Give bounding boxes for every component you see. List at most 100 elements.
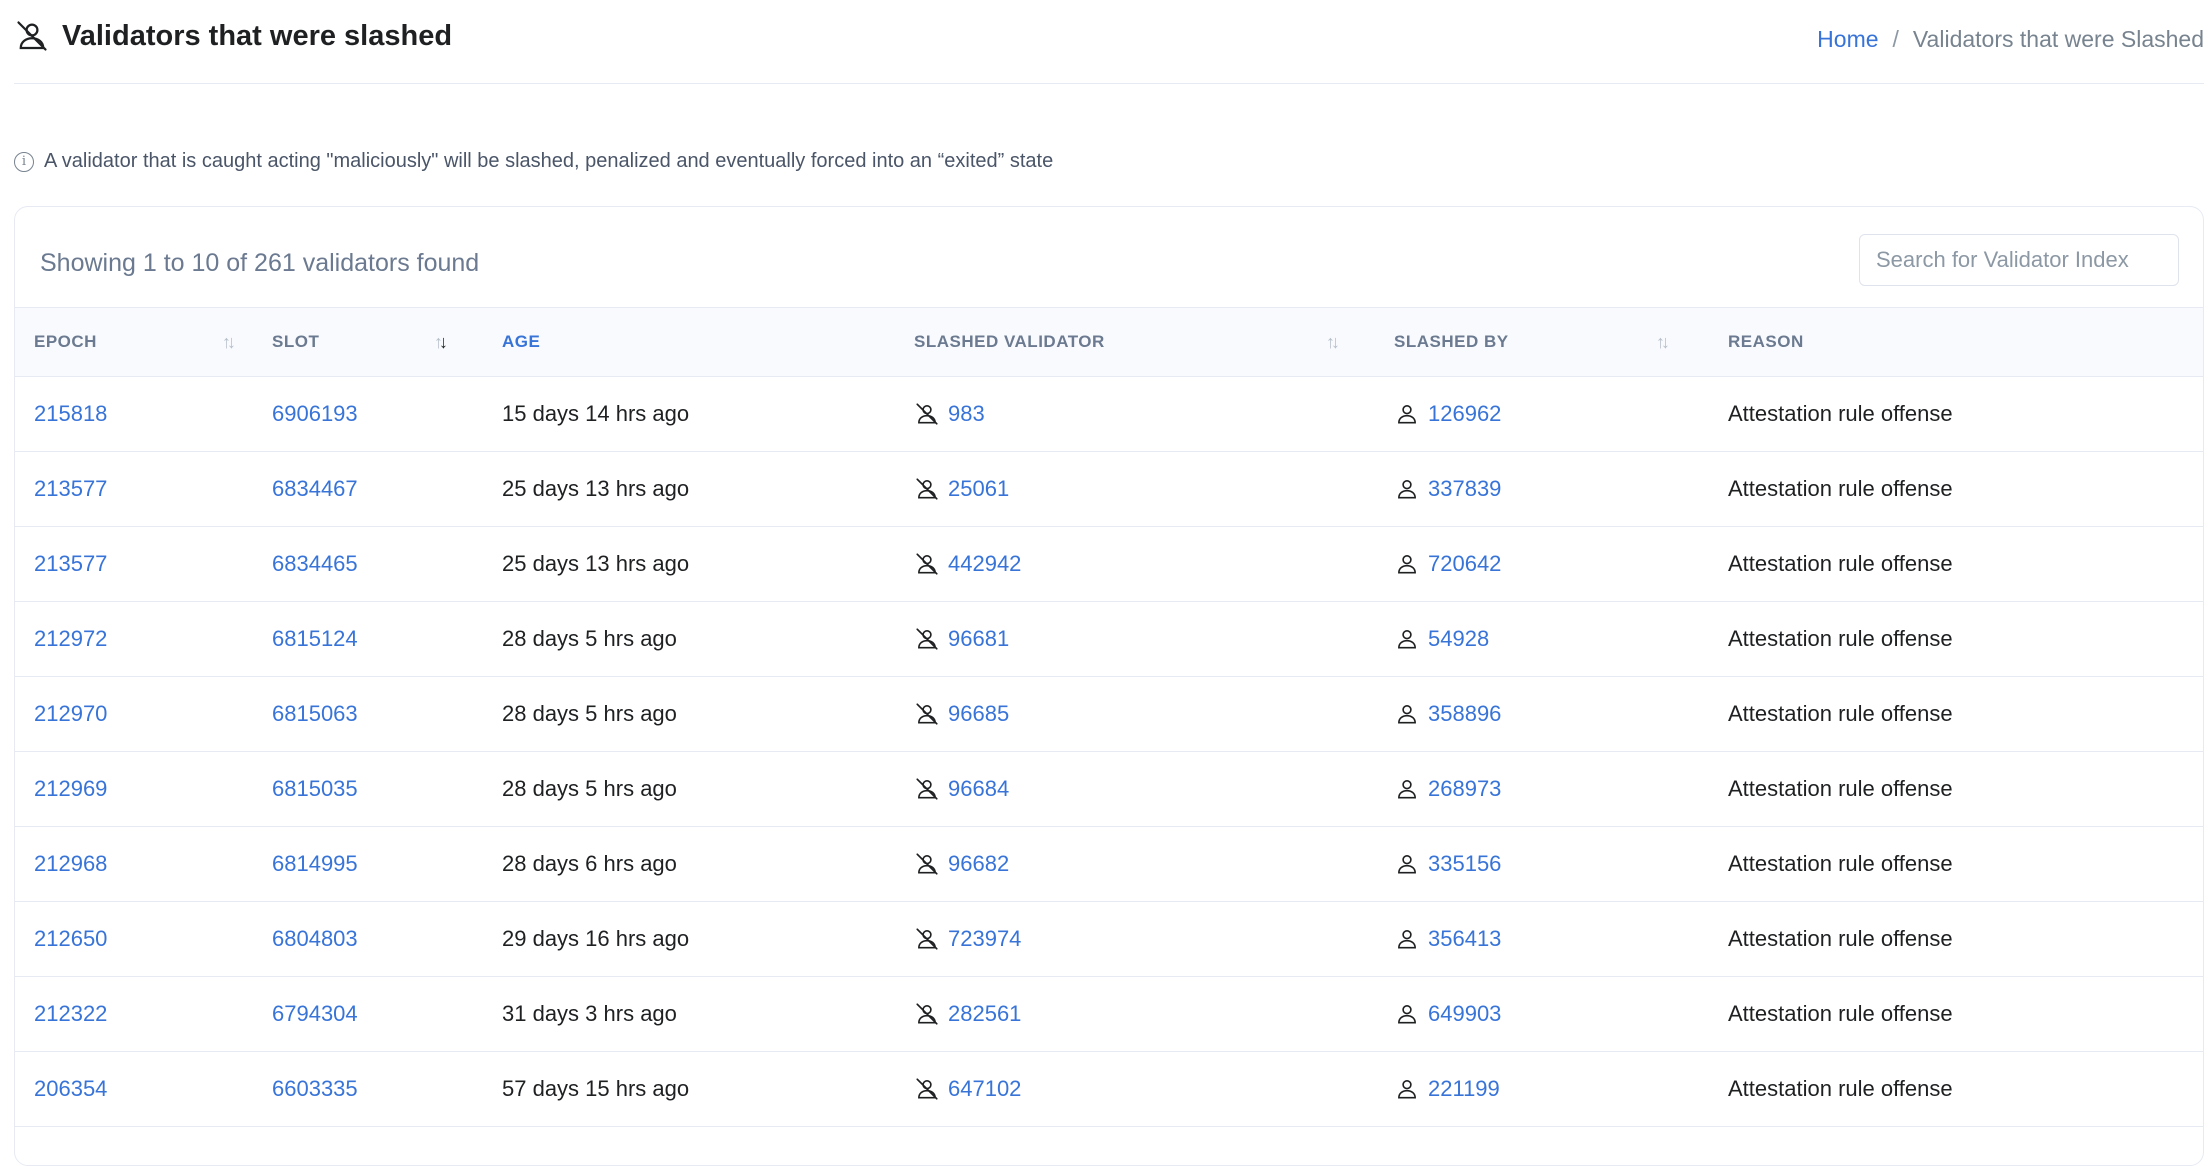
info-note: i A validator that is caught acting "mal…: [14, 150, 1053, 173]
slashed-by-cell: 268973: [1375, 751, 1709, 826]
slashed-validator-link[interactable]: 647102: [948, 1076, 1021, 1102]
age-cell: 28 days 6 hrs ago: [502, 850, 677, 876]
slashed-by-cell: 358896: [1375, 676, 1709, 751]
slot-link[interactable]: 6834467: [272, 476, 358, 501]
epoch-cell: 212972: [15, 601, 253, 676]
slot-cell: 6815063: [253, 676, 483, 751]
slot-link[interactable]: 6814995: [272, 851, 358, 876]
page-header: Validators that were slashed Home / Vali…: [14, 0, 2204, 84]
slashed-validator-link[interactable]: 442942: [948, 551, 1021, 577]
reason-cell: Attestation rule offense: [1728, 475, 1953, 501]
slashed-by-cell: 649903: [1375, 976, 1709, 1051]
table-row: 212968 6814995 28 days 6 hrs ago 96682 3…: [15, 826, 2203, 901]
slashed-validator-link[interactable]: 983: [948, 401, 985, 427]
slashed-validator-link[interactable]: 723974: [948, 926, 1021, 952]
slashed-user-icon: [916, 1002, 938, 1025]
table-row: 215818 6906193 15 days 14 hrs ago 983 12…: [15, 376, 2203, 451]
epoch-cell: 212968: [15, 826, 253, 901]
slot-link[interactable]: 6815063: [272, 701, 358, 726]
slot-link[interactable]: 6815124: [272, 626, 358, 651]
slot-link[interactable]: 6804803: [272, 926, 358, 951]
slashed-by-link[interactable]: 720642: [1428, 551, 1501, 577]
slashed-by-cell: 126962: [1375, 376, 1709, 451]
user-icon: [1398, 479, 1416, 498]
col-header-slashed-validator[interactable]: SLASHED VALIDATOR ↑↓: [895, 308, 1375, 376]
epoch-link[interactable]: 213577: [34, 476, 107, 501]
slot-link[interactable]: 6815035: [272, 776, 358, 801]
slashed-validator-link[interactable]: 96684: [948, 776, 1009, 802]
sort-icon[interactable]: ↑↓: [222, 332, 236, 353]
slashed-user-icon: [916, 777, 938, 800]
slashed-validator-link[interactable]: 282561: [948, 1001, 1021, 1027]
validator-search-input[interactable]: [1859, 234, 2179, 286]
validators-table-card: Showing 1 to 10 of 261 validators found …: [14, 206, 2204, 1166]
user-icon: [1398, 929, 1416, 948]
age-cell: 28 days 5 hrs ago: [502, 700, 677, 726]
epoch-link[interactable]: 212969: [34, 776, 107, 801]
epoch-cell: 212650: [15, 901, 253, 976]
col-header-age[interactable]: AGE: [483, 308, 895, 376]
slashed-user-icon: [916, 477, 938, 500]
user-icon: [1398, 1079, 1416, 1098]
slot-link[interactable]: 6794304: [272, 1001, 358, 1026]
epoch-link[interactable]: 212968: [34, 851, 107, 876]
slot-link[interactable]: 6906193: [272, 401, 358, 426]
slashed-by-cell: 221199: [1375, 1051, 1709, 1126]
sort-desc-icon[interactable]: ↑↓: [434, 332, 448, 353]
slashed-by-link[interactable]: 221199: [1428, 1076, 1500, 1102]
reason-cell: Attestation rule offense: [1728, 775, 1953, 801]
epoch-link[interactable]: 212970: [34, 701, 107, 726]
slashed-by-link[interactable]: 358896: [1428, 701, 1501, 727]
slashed-by-link[interactable]: 54928: [1428, 626, 1489, 652]
slashed-validator-cell: 96681: [895, 601, 1375, 676]
slashed-by-link[interactable]: 649903: [1428, 1001, 1501, 1027]
slashed-validator-cell: 282561: [895, 976, 1375, 1051]
slot-cell: 6834465: [253, 526, 483, 601]
slashed-by-link[interactable]: 335156: [1428, 851, 1501, 877]
slashed-by-cell: 720642: [1375, 526, 1709, 601]
col-header-slashed-by[interactable]: SLASHED BY ↑↓: [1375, 308, 1709, 376]
epoch-link[interactable]: 206354: [34, 1076, 107, 1101]
table-row: 213577 6834467 25 days 13 hrs ago 25061 …: [15, 451, 2203, 526]
slashed-by-link[interactable]: 356413: [1428, 926, 1501, 952]
slashed-validator-link[interactable]: 96685: [948, 701, 1009, 727]
table-row: 212322 6794304 31 days 3 hrs ago 282561 …: [15, 976, 2203, 1051]
slashed-by-link[interactable]: 337839: [1428, 476, 1501, 502]
age-cell: 25 days 13 hrs ago: [502, 475, 690, 501]
table-row: 206354 6603335 57 days 15 hrs ago 647102…: [15, 1051, 2203, 1126]
col-header-slot[interactable]: SLOT ↑↓: [253, 308, 483, 376]
epoch-link[interactable]: 212972: [34, 626, 107, 651]
sort-icon[interactable]: ↑↓: [1656, 332, 1670, 353]
slot-cell: 6603335: [253, 1051, 483, 1126]
info-text: A validator that is caught acting "malic…: [44, 150, 1054, 172]
user-icon: [1398, 629, 1416, 648]
epoch-link[interactable]: 215818: [34, 401, 107, 426]
table-row: 212972 6815124 28 days 5 hrs ago 96681 5…: [15, 601, 2203, 676]
reason-cell: Attestation rule offense: [1728, 550, 1953, 576]
breadcrumb-home-link[interactable]: Home: [1817, 26, 1878, 53]
slot-link[interactable]: 6603335: [272, 1076, 358, 1101]
slashed-validator-cell: 96682: [895, 826, 1375, 901]
slashed-validators-table: EPOCH ↑↓ SLOT ↑↓ AGE SLASHED VALIDATOR ↑…: [15, 308, 2203, 1127]
user-icon: [1398, 554, 1416, 573]
slashed-user-icon: [916, 627, 938, 650]
epoch-link[interactable]: 212650: [34, 926, 107, 951]
slashed-user-icon: [916, 702, 938, 725]
slashed-by-link[interactable]: 126962: [1428, 401, 1501, 427]
slot-link[interactable]: 6834465: [272, 551, 358, 576]
age-cell: 25 days 13 hrs ago: [502, 550, 690, 576]
col-header-epoch[interactable]: EPOCH ↑↓: [15, 308, 253, 376]
reason-cell: Attestation rule offense: [1728, 625, 1953, 651]
slashed-user-icon: [916, 1077, 938, 1100]
epoch-cell: 215818: [15, 376, 253, 451]
slashed-validator-link[interactable]: 96681: [948, 626, 1009, 652]
epoch-link[interactable]: 212322: [34, 1001, 107, 1026]
slashed-validator-link[interactable]: 25061: [948, 476, 1009, 502]
user-icon: [1398, 1004, 1416, 1023]
epoch-link[interactable]: 213577: [34, 551, 107, 576]
slashed-validator-link[interactable]: 96682: [948, 851, 1009, 877]
slashed-by-link[interactable]: 268973: [1428, 776, 1501, 802]
slashed-user-icon: [916, 852, 938, 875]
sort-icon[interactable]: ↑↓: [1326, 332, 1340, 353]
epoch-cell: 213577: [15, 526, 253, 601]
